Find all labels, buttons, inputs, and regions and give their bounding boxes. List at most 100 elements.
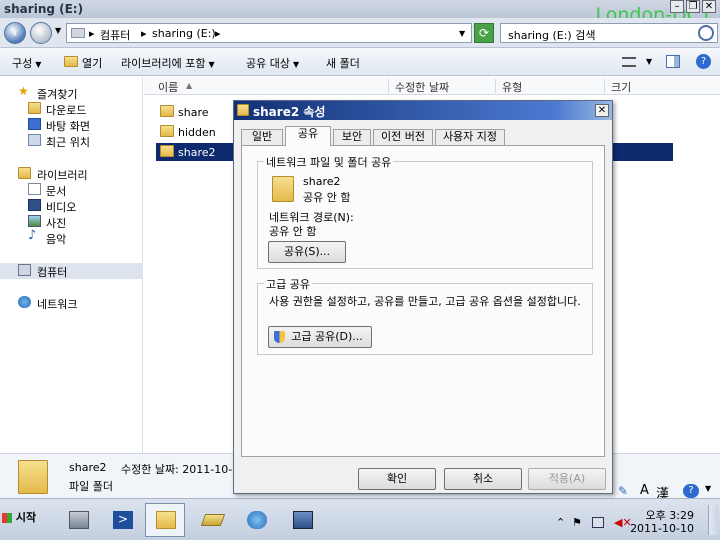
column-size[interactable]: 크기 xyxy=(611,79,631,95)
taskbar-network[interactable] xyxy=(236,503,276,537)
details-name: share2 xyxy=(69,461,107,474)
column-type[interactable]: 유형 xyxy=(502,79,522,95)
nav-desktop[interactable]: 바탕 화면 xyxy=(0,117,143,133)
show-desktop-button[interactable] xyxy=(708,505,718,535)
taskbar-explorer[interactable] xyxy=(145,503,185,537)
breadcrumb-computer[interactable]: 컴퓨터 xyxy=(100,27,130,43)
network-tray-icon[interactable] xyxy=(592,517,604,528)
computer-management-icon xyxy=(293,511,313,529)
share-button[interactable]: 공유(S)... xyxy=(268,241,346,263)
nav-favorites[interactable]: ★ 즐겨찾기 xyxy=(0,84,143,101)
advanced-sharing-group: 고급 공유 사용 권한을 설정하고, 공유를 만들고, 고급 공유 옵션을 설정… xyxy=(257,276,593,355)
ime-options-icon[interactable]: ▼ xyxy=(705,484,711,493)
flag-icon[interactable]: ⚑ xyxy=(572,516,582,529)
advanced-sharing-group-title: 고급 공유 xyxy=(264,276,312,292)
show-hidden-icons[interactable]: ⌃ xyxy=(556,516,565,529)
start-button[interactable]: 시작 xyxy=(2,509,44,531)
network-sharing-group: 네트워크 파일 및 폴더 공유 share2 공유 안 함 네트워크 경로(N)… xyxy=(257,154,593,269)
column-modified[interactable]: 수정한 날짜 xyxy=(395,79,449,95)
advanced-sharing-button[interactable]: 고급 공유(D)... xyxy=(268,326,372,348)
folder-name: share2 xyxy=(303,175,341,188)
system-tray: ⌃ ⚑ ◀✕ 오후 3:29 2011-10-10 xyxy=(548,503,720,537)
ime-mode-icon[interactable]: A xyxy=(640,483,649,498)
folder-icon xyxy=(160,105,174,117)
preview-pane-icon[interactable] xyxy=(666,55,680,68)
back-button[interactable]: ‹ xyxy=(4,22,26,44)
ok-button[interactable]: 확인 xyxy=(358,468,436,490)
clock-time[interactable]: 오후 3:29 xyxy=(646,507,694,523)
include-in-library-menu[interactable]: 라이브러리에 포함 ▼ xyxy=(121,55,215,71)
minimize-button[interactable]: – xyxy=(670,0,684,13)
nav-network[interactable]: 네트워크 xyxy=(0,295,143,311)
dialog-close-button[interactable]: ✕ xyxy=(595,104,609,117)
view-options-icon[interactable] xyxy=(622,57,636,67)
nav-downloads[interactable]: 다운로드 xyxy=(0,101,143,117)
restore-button[interactable]: ❐ xyxy=(686,0,700,13)
breadcrumb-separator-icon: ▸ xyxy=(141,27,147,40)
nav-pictures[interactable]: 사진 xyxy=(0,214,143,230)
network-icon xyxy=(18,296,31,308)
computer-icon xyxy=(18,264,31,276)
open-folder-icon xyxy=(64,56,78,67)
column-name[interactable]: 이름 xyxy=(158,79,178,95)
window-titlebar: sharing (E:) London-DC1 – ❐ ✕ xyxy=(0,0,720,26)
folder-share-status: 공유 안 함 xyxy=(303,191,351,204)
clock-date[interactable]: 2011-10-10 xyxy=(630,522,694,535)
powershell-icon: > xyxy=(113,511,133,529)
ime-help-icon[interactable]: ? xyxy=(683,484,699,498)
explorer-icon xyxy=(156,511,176,529)
column-headers: 이름 ▲ 수정한 날짜 유형 크기 xyxy=(144,77,720,95)
refresh-button[interactable]: ⟳ xyxy=(474,23,494,43)
cancel-button[interactable]: 취소 xyxy=(444,468,522,490)
tab-customize[interactable]: 사용자 지정 xyxy=(435,129,505,145)
nav-recent[interactable]: 최근 위치 xyxy=(0,133,143,149)
taskbar-app6[interactable] xyxy=(282,503,322,537)
language-bar-icon[interactable]: ✎ xyxy=(618,484,628,498)
server-manager-icon xyxy=(69,511,89,529)
search-input[interactable]: sharing (E:) 검색 xyxy=(500,23,718,43)
help-icon[interactable]: ? xyxy=(696,54,711,69)
properties-dialog: share2 속성 ✕ 일반 공유 보안 이전 버전 사용자 지정 네트워크 파… xyxy=(233,100,613,494)
folder-icon xyxy=(160,145,174,157)
apply-button[interactable]: 적용(A) xyxy=(528,468,606,490)
share-with-menu[interactable]: 공유 대상 ▼ xyxy=(246,55,299,71)
address-bar[interactable]: ▸ 컴퓨터 ▸ sharing (E:) ▸ ▼ xyxy=(66,23,472,43)
address-dropdown-icon[interactable]: ▼ xyxy=(459,29,465,38)
sort-arrow-icon: ▲ xyxy=(186,81,193,90)
navigation-pane: ★ 즐겨찾기 다운로드 바탕 화면 최근 위치 라이브러리 문서 비디오 사진 … xyxy=(0,77,143,453)
taskbar-app4[interactable] xyxy=(192,503,232,537)
nav-videos[interactable]: 비디오 xyxy=(0,198,143,214)
breadcrumb-separator-icon: ▸ xyxy=(215,27,221,40)
folder-icon xyxy=(160,125,174,137)
tab-security[interactable]: 보안 xyxy=(333,129,371,145)
nav-music[interactable]: ♪ 음악 xyxy=(0,228,143,246)
folder-icon xyxy=(237,104,249,116)
tab-general[interactable]: 일반 xyxy=(241,129,283,145)
organize-menu[interactable]: 구성 ▼ xyxy=(12,55,41,71)
taskbar: 시작 > ⌃ ⚑ ◀✕ 오후 3:29 2011-10-10 xyxy=(0,498,720,540)
nav-libraries[interactable]: 라이브러리 xyxy=(0,166,143,182)
advanced-sharing-description: 사용 권한을 설정하고, 공유를 만들고, 고급 공유 옵션을 설정합니다. xyxy=(269,295,581,308)
new-folder-button[interactable]: 새 폴더 xyxy=(326,55,360,71)
nav-documents[interactable]: 문서 xyxy=(0,182,143,198)
search-icon[interactable] xyxy=(698,25,714,41)
window-controls: – ❐ ✕ xyxy=(670,0,716,13)
command-bar: 구성 ▼ 열기 라이브러리에 포함 ▼ 공유 대상 ▼ 새 폴더 ▼ ? xyxy=(0,48,720,76)
taskbar-powershell[interactable]: > xyxy=(102,503,142,537)
view-dropdown-icon[interactable]: ▼ xyxy=(646,57,652,66)
forward-button[interactable]: › xyxy=(30,22,52,44)
history-dropdown-icon[interactable]: ▼ xyxy=(55,26,61,35)
breadcrumb-drive[interactable]: sharing (E:) xyxy=(152,27,216,40)
sharing-tab-page: 네트워크 파일 및 폴더 공유 share2 공유 안 함 네트워크 경로(N)… xyxy=(241,145,605,457)
close-button[interactable]: ✕ xyxy=(702,0,716,13)
volume-muted-icon[interactable]: ◀✕ xyxy=(614,516,632,529)
tab-previous-versions[interactable]: 이전 버전 xyxy=(373,129,433,145)
taskbar-server-manager[interactable] xyxy=(58,503,98,537)
tab-sharing[interactable]: 공유 xyxy=(285,126,331,146)
videos-icon xyxy=(28,199,41,211)
breadcrumb-separator-icon: ▸ xyxy=(89,27,95,40)
folder-large-icon xyxy=(18,460,48,494)
downloads-icon xyxy=(28,102,41,114)
nav-computer[interactable]: 컴퓨터 xyxy=(0,263,143,279)
open-menu[interactable]: 열기 xyxy=(82,55,102,71)
